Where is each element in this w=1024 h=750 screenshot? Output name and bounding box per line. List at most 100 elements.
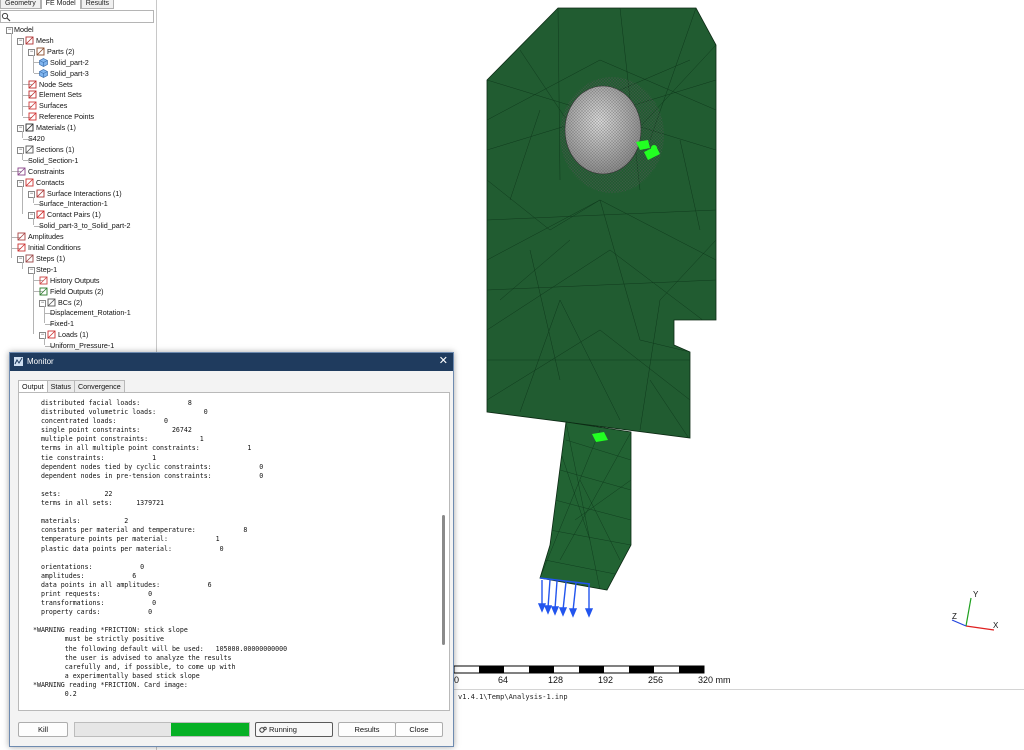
tree-item[interactable]: Surfaces	[28, 100, 67, 111]
scale-tick-label: 192	[598, 675, 614, 685]
tree-item[interactable]: Solid_part-3	[39, 68, 89, 79]
output-line: dependent nodes in pre-tension constrain…	[33, 471, 264, 480]
tree-item[interactable]: Element Sets	[28, 89, 82, 100]
monitor-title: Monitor	[27, 357, 54, 366]
tree-item-label: Solid_part-3_to_Solid_part-2	[39, 221, 131, 231]
mesh-body-upper	[486, 7, 717, 439]
tree-item[interactable]: − Contact Pairs (1)	[28, 209, 101, 220]
tree-item[interactable]: Field Outputs (2)	[39, 286, 104, 297]
monitor-title-bar[interactable]: Monitor ✕	[10, 353, 453, 371]
tree-item-label: Surface Interactions (1)	[47, 188, 122, 198]
pressure-load-arrows	[537, 577, 594, 618]
tree-item[interactable]: − Materials (1)	[17, 122, 76, 133]
amplitudes-icon	[17, 232, 26, 241]
tree-item[interactable]: Surface_Interaction-1	[39, 198, 108, 209]
tree-item[interactable]: − Parts (2)	[28, 46, 75, 57]
tree-guide-line	[22, 261, 23, 269]
node-sets-icon	[28, 80, 37, 89]
output-line: carefully and, if possible, to come up w…	[33, 662, 236, 671]
tree-item[interactable]: Solid_Section-1	[28, 155, 78, 166]
scrollbar-thumb[interactable]	[442, 515, 445, 645]
output-line: *WARNING reading *FRICTION: stick slope	[33, 626, 188, 635]
tree-item[interactable]: Fixed-1	[50, 318, 74, 329]
tree-item[interactable]: Node Sets	[28, 79, 73, 90]
tree-item[interactable]: Solid_part-2	[39, 57, 89, 68]
tree-item-label: Surfaces	[39, 101, 68, 111]
mesh-body-lower	[539, 421, 632, 591]
steps-icon	[25, 254, 34, 263]
output-line: dependent nodes tied by cyclic constrain…	[33, 462, 264, 471]
tree-item[interactable]: − Surface Interactions (1)	[28, 188, 122, 199]
close-button[interactable]: Close	[395, 722, 443, 737]
tree-item-label: Surface_Interaction-1	[39, 199, 108, 209]
output-line: distributed volumetric loads: 0	[33, 408, 208, 417]
tree-guide-line	[11, 33, 12, 258]
search-icon	[1, 12, 11, 22]
solid-part-icon	[39, 68, 48, 78]
tree-item[interactable]: Displacement_Rotation-1	[50, 307, 131, 318]
tree-item-label: Element Sets	[39, 90, 82, 100]
tree-item[interactable]: History Outputs	[39, 275, 100, 286]
tree-item[interactable]: − Loads (1)	[39, 329, 88, 340]
tree-guide-line	[33, 54, 34, 73]
tree-item[interactable]: Uniform_Pressure-1	[50, 340, 114, 351]
tree-item-label: Sections (1)	[36, 144, 75, 154]
tab-geometry[interactable]: Geometry	[0, 0, 41, 9]
tree-guide-line	[22, 43, 23, 117]
tree-item[interactable]: − Steps (1)	[17, 253, 65, 264]
output-line: transformations: 0	[33, 599, 157, 608]
tree-item-label: Materials (1)	[36, 123, 76, 133]
tree-item[interactable]: − BCs (2)	[39, 297, 82, 308]
output-line: sets: 22	[33, 489, 113, 498]
axis-triad	[951, 597, 995, 631]
scale-tick-label: 0	[454, 675, 460, 685]
tree-item-label: Displacement_Rotation-1	[50, 308, 131, 318]
tree-item[interactable]: − Contacts	[17, 177, 64, 188]
tree-item[interactable]: Solid_part-3_to_Solid_part-2	[39, 220, 131, 231]
constraints-icon	[17, 167, 26, 176]
solid-part-icon	[39, 57, 48, 67]
tree-guide-line	[22, 185, 23, 215]
mesh-icon	[25, 36, 34, 45]
tab-results[interactable]: Results	[80, 0, 115, 9]
message-console[interactable]: v1.4.1\Temp\Analysis-1.inp	[454, 689, 1024, 750]
results-button[interactable]: Results	[338, 722, 396, 737]
output-line: multiple point constraints: 1	[33, 435, 204, 444]
tree-item-label: S420	[28, 134, 45, 143]
console-text: v1.4.1\Temp\Analysis-1.inp	[458, 693, 568, 701]
analysis-progress-bar	[74, 722, 250, 737]
surfaces-icon	[28, 101, 37, 110]
axis-label-x: X	[993, 621, 999, 630]
tree-item[interactable]: − Sections (1)	[17, 144, 74, 155]
kill-button[interactable]: Kill	[18, 722, 68, 737]
output-scrollbar[interactable]	[439, 395, 448, 708]
scale-bar: 0 64 128 192 256 320 mm	[454, 664, 731, 690]
tree-item-label: Reference Points	[39, 112, 95, 122]
output-line: amplitudes: 6	[33, 571, 137, 580]
tab-fe-model[interactable]: FE Model	[40, 0, 81, 9]
tree-guide-line	[33, 272, 34, 335]
tree-search-input[interactable]	[13, 12, 151, 22]
output-line: concentrated loads: 0	[33, 417, 168, 426]
tree-item-label: Contact Pairs (1)	[47, 210, 101, 220]
tree-item[interactable]: Reference Points	[28, 111, 94, 122]
tree-item[interactable]: Constraints	[17, 166, 64, 177]
close-icon[interactable]: ✕	[439, 354, 448, 368]
tree-search-box[interactable]	[0, 10, 154, 23]
tree-guide-line	[22, 131, 23, 138]
tree-item[interactable]: Initial Conditions	[17, 242, 81, 253]
output-line: the user is advised to analyze the resul…	[33, 653, 232, 662]
loads-icon	[47, 330, 56, 339]
running-status-button[interactable]: Running	[255, 722, 333, 737]
output-pane[interactable]: distributed facial loads: 8 distributed …	[18, 392, 450, 711]
status-label: Running	[269, 725, 297, 734]
tree-item[interactable]: Amplitudes	[17, 231, 64, 242]
tree-item-label: Solid_Section-1	[28, 155, 79, 165]
tree-item[interactable]: S420	[28, 133, 45, 144]
panel-tabs: Geometry FE Model Results	[0, 0, 115, 9]
output-line: data points in all amplitudes: 6	[33, 580, 212, 589]
monitor-dialog: Monitor ✕ Output Status Convergence distri…	[9, 352, 454, 747]
